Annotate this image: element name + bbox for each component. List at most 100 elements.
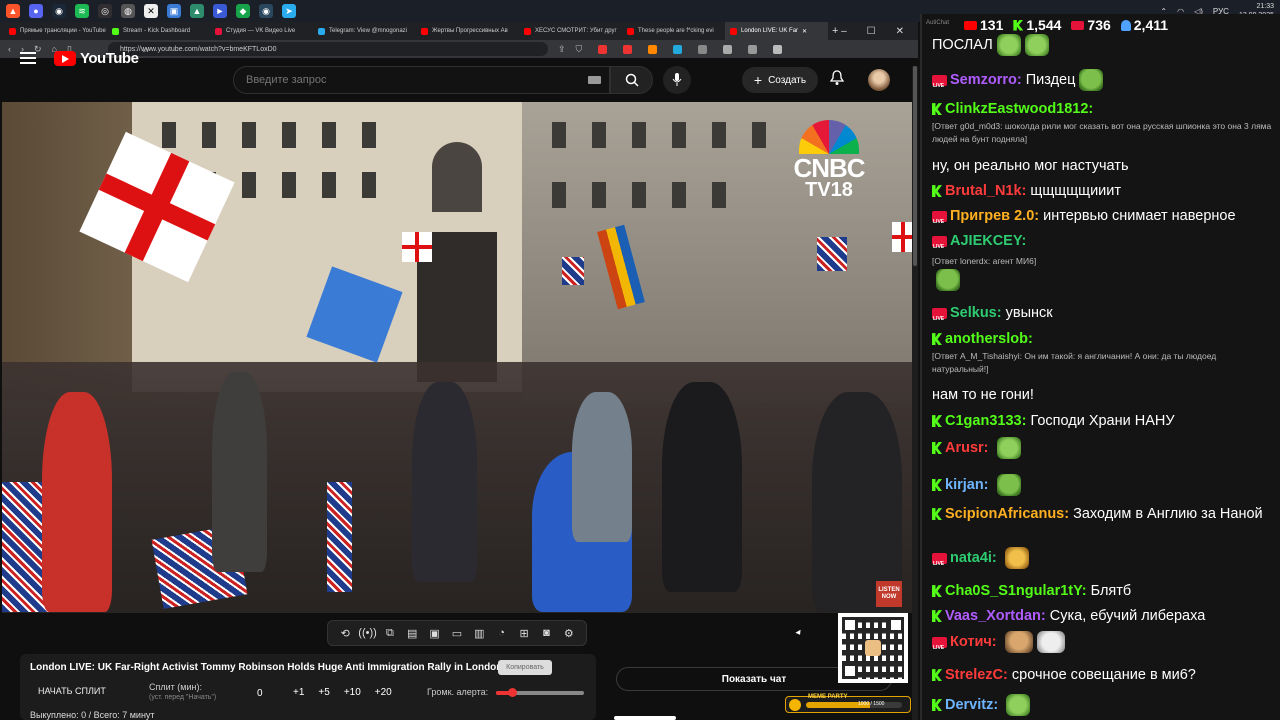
app-icon[interactable]: ◆ [236, 4, 250, 18]
loop-icon[interactable]: ⟲ [337, 626, 353, 640]
vk-live-icon [932, 235, 947, 256]
chat-username[interactable]: Cha0S_S1ngular1tY: [945, 583, 1087, 599]
chat-username[interactable]: C1gan3133: [945, 413, 1026, 429]
broadcast-icon[interactable]: ((•)) [358, 626, 377, 640]
kick-viewers: 1,544 [1026, 17, 1062, 33]
gear-icon[interactable]: ⚙ [561, 626, 577, 640]
add-marker-icon[interactable]: ⊞ [516, 626, 532, 640]
clip-icon[interactable]: ▤ [404, 626, 420, 640]
brave-browser-icon[interactable]: ▲ [6, 4, 20, 18]
start-split-button[interactable]: НАЧАТЬ СПЛИТ [38, 686, 106, 696]
emote-icon [1004, 631, 1033, 653]
chat-username[interactable]: kirjan: [945, 477, 989, 493]
tab-label: Жертвы Прогрессивных Ав [432, 28, 508, 34]
union-jack-flag [327, 482, 352, 592]
tab-label: Студия — VK Видео Live [226, 28, 296, 34]
keyboard-icon[interactable] [588, 76, 601, 84]
chat-username[interactable]: anotherslob: [945, 331, 1033, 347]
chat-message: Arusr: [932, 437, 1274, 459]
voice-search-button[interactable] [663, 66, 691, 94]
window-controls: – ☐ ✕ [841, 26, 918, 37]
chat-username[interactable]: Котич: [950, 634, 997, 650]
chat-username[interactable]: AJIEKCEY: [950, 233, 1026, 249]
chat-username[interactable]: Semzorro: [950, 72, 1022, 88]
meme-party-widget: MEME PARTY 1000 / 1500 [785, 694, 911, 713]
copy-button[interactable]: Копировать [498, 660, 552, 675]
union-jack-flag [817, 237, 847, 271]
screenshot-icon[interactable]: ◙ [538, 626, 554, 640]
app-icon[interactable]: ► [213, 4, 227, 18]
picture-in-picture-icon[interactable]: ▣ [427, 626, 443, 640]
chat-username[interactable]: nata4i: [950, 550, 997, 566]
viewer-stats: 131 1,544 736 2,411 [922, 16, 1280, 34]
search-button[interactable] [610, 66, 653, 94]
kick-icon [1013, 19, 1024, 31]
slider-handle[interactable] [507, 688, 517, 697]
meme-party-value: 1000 / 1500 [858, 701, 885, 707]
speed-icon[interactable]: ◔ [494, 626, 510, 640]
cinema-icon[interactable]: ▥ [471, 626, 487, 640]
chat-text: Пиздец [1025, 71, 1076, 88]
app-icon[interactable]: ◍ [121, 4, 135, 18]
increment-button[interactable]: +1 [293, 687, 304, 698]
maximize-icon[interactable]: ☐ [867, 26, 876, 37]
person [412, 382, 477, 582]
chat-username[interactable]: ClinkzEastwood1812: [945, 101, 1093, 117]
youtube-viewers: 131 [980, 17, 1004, 33]
chat-username[interactable]: Dervitz: [945, 697, 998, 713]
qr-code [838, 613, 908, 683]
vk-live-icon [932, 307, 947, 328]
telegram-icon[interactable]: ➤ [282, 4, 296, 18]
chat-reply-quote: [Ответ A_M_Tishaishyi: Он им такой: я ан… [932, 351, 1217, 374]
bell-icon [829, 70, 845, 85]
video-player[interactable]: CNBC TV18 LISTEN NOW [2, 102, 912, 613]
chat-username[interactable]: Brutal_N1k: [945, 183, 1026, 199]
close-window-icon[interactable]: ✕ [896, 26, 904, 37]
increment-button[interactable]: +20 [375, 687, 392, 698]
chat-text: ну, он реально мог настучать [932, 158, 1129, 174]
scroll-thumb[interactable] [913, 66, 917, 266]
listen-now-badge[interactable]: LISTEN NOW [876, 581, 902, 607]
chat-username[interactable]: StrelezC: [945, 667, 1008, 683]
search-input[interactable] [233, 66, 610, 94]
chat-message: nata4i: [932, 547, 1274, 573]
steam-icon[interactable]: ◉ [259, 4, 273, 18]
england-flag [892, 222, 912, 252]
notifications-button[interactable] [829, 70, 845, 91]
steam-icon[interactable]: ◉ [52, 4, 66, 18]
app-icon[interactable]: ▲ [190, 4, 204, 18]
chat-message: Brutal_N1k: щщщщщииит [932, 182, 1274, 200]
minimize-icon[interactable]: – [841, 26, 847, 37]
theater-icon[interactable]: ▭ [449, 626, 465, 640]
logo-region: LV [142, 47, 150, 54]
close-icon[interactable]: ✕ [802, 28, 807, 35]
avatar[interactable] [868, 69, 890, 91]
chat-username[interactable]: Пригрев 2.0: [950, 208, 1039, 224]
menu-icon[interactable] [20, 52, 36, 64]
cast-icon[interactable]: ⧉ [382, 626, 398, 640]
chat-text: интервью снимает наверное [1043, 208, 1236, 224]
app-icon[interactable]: ▣ [167, 4, 181, 18]
obs-icon[interactable]: ◎ [98, 4, 112, 18]
chat-username[interactable]: Selkus: [950, 305, 1002, 321]
kick-icon [932, 610, 942, 623]
youtube-logo[interactable]: YouTube LV [54, 47, 150, 67]
meme-party-title: MEME PARTY [808, 694, 848, 700]
page-scrollbar[interactable] [912, 66, 918, 720]
discord-icon[interactable]: ● [29, 4, 43, 18]
increment-button[interactable]: +10 [344, 687, 361, 698]
vk-viewers: 736 [1087, 17, 1111, 33]
chat-username[interactable]: Vaas_Xortdan: [945, 608, 1046, 624]
game-icon[interactable]: ✕ [144, 4, 158, 18]
chat-username[interactable]: Arusr: [945, 440, 989, 456]
emote-icon [996, 34, 1021, 56]
create-button[interactable]: + Создать [742, 67, 818, 93]
increment-button[interactable]: +5 [318, 687, 329, 698]
chat-username[interactable]: ScipionAfricanus: [945, 506, 1069, 522]
kick-icon [932, 479, 942, 491]
alert-volume-slider[interactable] [496, 688, 584, 697]
spotify-icon[interactable]: ≋ [75, 4, 89, 18]
chat-message: C1gan3133: Господи Храни НАНУ [932, 412, 1274, 430]
chat-message: anotherslob: [932, 330, 1274, 348]
youtube-play-icon [54, 50, 76, 66]
